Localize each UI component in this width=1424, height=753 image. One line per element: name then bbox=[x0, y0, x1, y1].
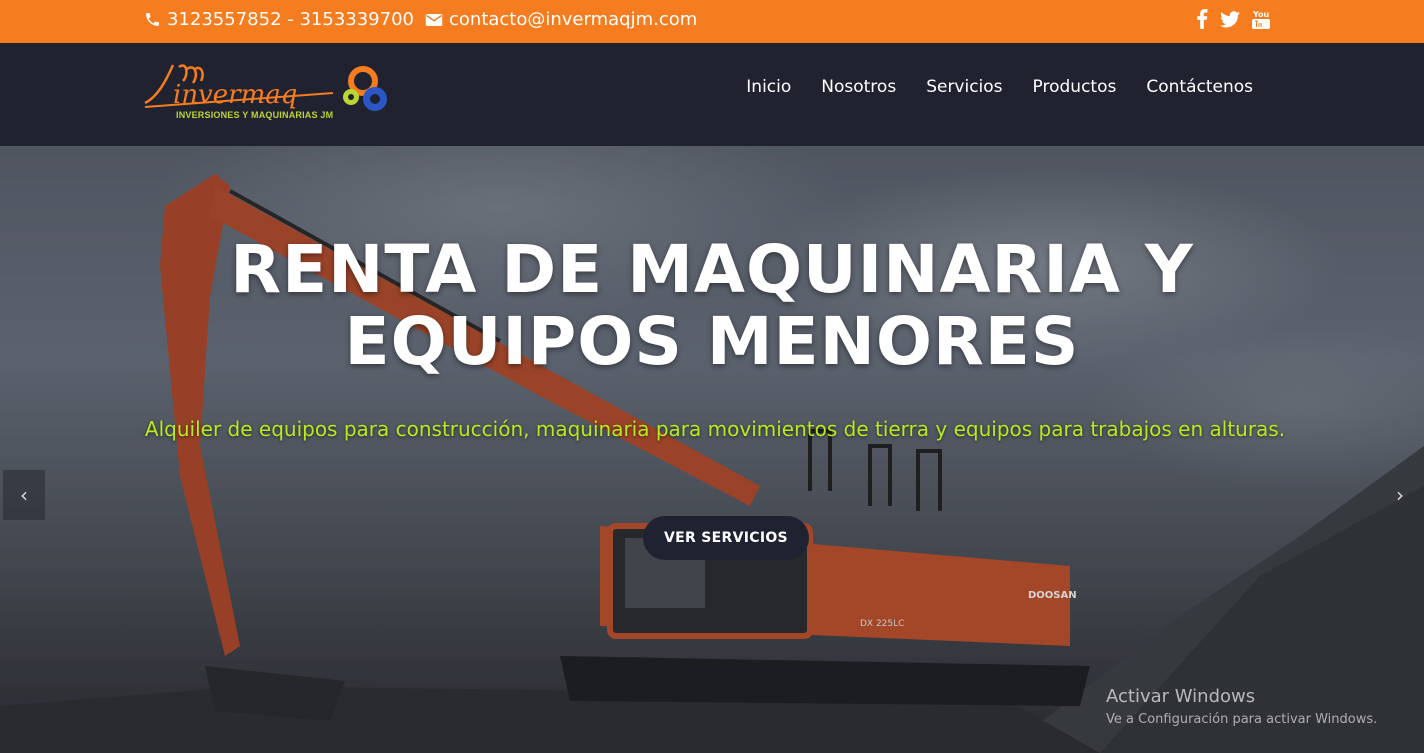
slider-next-arrow-icon[interactable]: › bbox=[1388, 482, 1412, 508]
facebook-icon[interactable] bbox=[1196, 8, 1208, 30]
nav-item-nosotros[interactable]: Nosotros bbox=[821, 77, 896, 97]
hero-slider: DOOSAN DX 225LC RENTA DE MAQUINARIA Y EQ… bbox=[0, 146, 1424, 753]
hero-subtitle: Alquiler de equipos para construcción, m… bbox=[144, 417, 1286, 441]
hero-title-line2: EQUIPOS MENORES bbox=[344, 303, 1080, 380]
slider-prev-arrow-icon[interactable]: ‹ bbox=[3, 470, 45, 520]
youtube-icon[interactable]: You bbox=[1252, 8, 1270, 30]
nav-item-inicio[interactable]: Inicio bbox=[746, 77, 791, 97]
site-logo[interactable]: invermaq INVERSIONES Y MAQUINARIAS JM bbox=[143, 63, 393, 127]
twitter-icon[interactable] bbox=[1220, 8, 1240, 30]
nav-item-servicios[interactable]: Servicios bbox=[926, 77, 1002, 97]
hero-title-line1: RENTA DE MAQUINARIA Y bbox=[230, 231, 1194, 308]
phone-contact[interactable]: 3123557852 - 3153339700 bbox=[143, 9, 414, 30]
email-contact[interactable]: contacto@invermaqjm.com bbox=[425, 9, 697, 30]
phone-text: 3123557852 - 3153339700 bbox=[167, 9, 414, 30]
main-nav: Inicio Nosotros Servicios Productos Cont… bbox=[746, 77, 1253, 97]
email-text: contacto@invermaqjm.com bbox=[449, 9, 698, 30]
nav-item-contactenos[interactable]: Contáctenos bbox=[1146, 77, 1253, 97]
envelope-icon bbox=[425, 11, 443, 29]
ver-servicios-button[interactable]: VER SERVICIOS bbox=[643, 516, 809, 560]
social-links: You bbox=[1196, 8, 1270, 30]
nav-item-productos[interactable]: Productos bbox=[1033, 77, 1117, 97]
hero-title: RENTA DE MAQUINARIA Y EQUIPOS MENORES bbox=[0, 234, 1424, 378]
top-contact-bar: 3123557852 - 3153339700 contacto@inverma… bbox=[0, 0, 1424, 43]
windows-activation-subtitle: Ve a Configuración para activar Windows. bbox=[1106, 712, 1378, 727]
logo-tagline: INVERSIONES Y MAQUINARIAS JM bbox=[176, 110, 334, 120]
logo-name-text: invermaq bbox=[173, 80, 297, 110]
windows-activation-title: Activar Windows bbox=[1106, 686, 1256, 707]
main-header: invermaq INVERSIONES Y MAQUINARIAS JM In… bbox=[0, 43, 1424, 146]
logo-wordmark-icon: invermaq bbox=[144, 64, 334, 110]
gears-logo-icon bbox=[343, 66, 387, 111]
svg-text:You: You bbox=[1252, 10, 1270, 19]
phone-icon bbox=[143, 11, 161, 29]
